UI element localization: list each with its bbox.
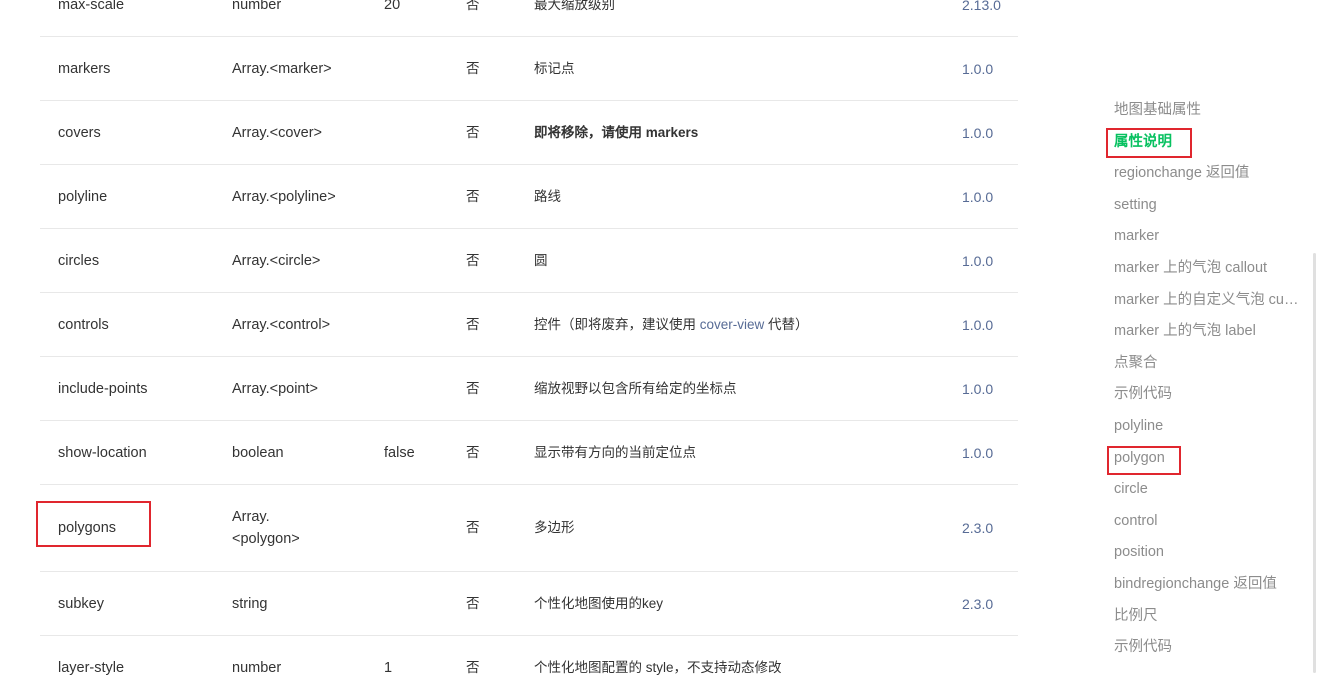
attr-type: Array.<circle> xyxy=(232,252,321,269)
table-row: polyline Array.<polyline> 否 路线 1.0.0 xyxy=(40,165,1018,229)
attr-desc: 标记点 xyxy=(534,60,575,76)
table-row: circles Array.<circle> 否 圆 1.0.0 xyxy=(40,229,1018,293)
attr-type: string xyxy=(232,595,268,612)
attr-name: show-location xyxy=(58,444,147,461)
attr-version-link[interactable]: 1.0.0 xyxy=(962,250,993,272)
toc-item-circle[interactable]: circle xyxy=(1114,479,1304,511)
toc-item-example-code[interactable]: 示例代码 xyxy=(1114,384,1304,416)
attr-desc: 圆 xyxy=(534,252,548,268)
attr-desc: 显示带有方向的当前定位点 xyxy=(534,444,696,460)
toc-item-bindregionchange[interactable]: bindregionchange 返回值 xyxy=(1114,574,1304,606)
table-row: max-scale number 20 否 最大缩放级别 2.13.0 xyxy=(40,0,1018,37)
toc-item-regionchange[interactable]: regionchange 返回值 xyxy=(1114,163,1304,195)
attr-name: layer-style xyxy=(58,659,125,676)
desc-text: 代替） xyxy=(764,316,809,332)
attr-type: Array.<cover> xyxy=(232,124,322,141)
attr-version-link[interactable]: 1.0.0 xyxy=(962,314,993,336)
table-row: polygons Array.<polygon> 否 多边形 2.3.0 xyxy=(40,485,1018,572)
attr-required: 否 xyxy=(466,595,480,611)
attr-desc: 多边形 xyxy=(534,520,575,535)
attr-desc: 最大缩放级别 xyxy=(534,0,615,12)
toc-item-polyline[interactable]: polyline xyxy=(1114,416,1304,448)
toc-item-setting[interactable]: setting xyxy=(1114,195,1304,227)
attr-desc: 控件（即将废弃，建议使用 cover-view 代替） xyxy=(534,314,809,336)
toc-item-cluster[interactable]: 点聚合 xyxy=(1114,353,1304,385)
attr-required: 否 xyxy=(466,444,480,460)
attr-default: false xyxy=(384,444,415,461)
attr-name: polyline xyxy=(58,188,108,205)
table-row: controls Array.<control> 否 控件（即将废弃，建议使用 … xyxy=(40,293,1018,357)
attr-desc: 路线 xyxy=(534,188,561,204)
attr-version-link[interactable]: 1.0.0 xyxy=(962,58,993,80)
toc-item-polygon[interactable]: polygon xyxy=(1114,448,1304,480)
table-row: markers Array.<marker> 否 标记点 1.0.0 xyxy=(40,37,1018,101)
toc-item-map-basic-attrs[interactable]: 地图基础属性 xyxy=(1114,100,1304,132)
attr-required: 否 xyxy=(466,60,480,76)
attr-version-link[interactable]: 1.0.0 xyxy=(962,186,993,208)
attr-desc: 个性化地图使用的key xyxy=(534,595,664,611)
toc-item-marker-callout[interactable]: marker 上的气泡 callout xyxy=(1114,258,1304,290)
attr-name: covers xyxy=(58,124,101,141)
attr-name: controls xyxy=(58,316,109,333)
attr-version-link[interactable]: 1.0.0 xyxy=(962,442,993,464)
attr-default: 1 xyxy=(384,659,393,676)
attr-required: 否 xyxy=(466,0,480,12)
attr-type: Array.<point> xyxy=(232,380,318,397)
attr-name: max-scale xyxy=(58,0,125,13)
attr-default: 20 xyxy=(384,0,401,13)
attr-name: subkey xyxy=(58,595,104,612)
attr-type: boolean xyxy=(232,444,284,461)
attr-required: 否 xyxy=(466,316,480,332)
highlight-box-polygons xyxy=(36,501,151,547)
table-row: include-points Array.<point> 否 缩放视野以包含所有… xyxy=(40,357,1018,421)
attr-required: 否 xyxy=(466,659,480,675)
attributes-table: max-scale number 20 否 最大缩放级别 2.13.0 mark… xyxy=(40,0,1018,699)
attr-desc: 即将移除，请使用 markers xyxy=(534,124,699,140)
toc-item-scale[interactable]: 比例尺 xyxy=(1114,606,1304,638)
toc-item-control[interactable]: control xyxy=(1114,511,1304,543)
attr-desc: 缩放视野以包含所有给定的坐标点 xyxy=(534,380,737,396)
attr-type: Array.<polyline> xyxy=(232,188,336,205)
attr-version-link[interactable]: 2.3.0 xyxy=(962,517,993,539)
attr-version-link[interactable]: 1.0.0 xyxy=(962,122,993,144)
toc-item-example-code-2[interactable]: 示例代码 xyxy=(1114,637,1304,669)
attr-version-link[interactable]: 2.13.0 xyxy=(962,0,1001,16)
attr-desc: 个性化地图配置的 style，不支持动态修改 xyxy=(534,659,782,675)
toc-item-marker-custom-callout[interactable]: marker 上的自定义气泡 customCallout xyxy=(1114,290,1304,322)
attr-required: 否 xyxy=(466,520,480,535)
toc-scrollbar[interactable] xyxy=(1313,253,1316,673)
attr-required: 否 xyxy=(466,188,480,204)
attr-type: number xyxy=(232,0,282,13)
table-row: show-location boolean false 否 显示带有方向的当前定… xyxy=(40,421,1018,485)
attr-type: Array.<polygon> xyxy=(232,509,300,547)
attr-type: Array.<control> xyxy=(232,316,331,333)
table-row: subkey string 否 个性化地图使用的key 2.3.0 xyxy=(40,572,1018,636)
toc-item-marker[interactable]: marker xyxy=(1114,226,1304,258)
toc-item-position[interactable]: position xyxy=(1114,542,1304,574)
table-of-contents: 地图基础属性 属性说明 regionchange 返回值 setting mar… xyxy=(1114,100,1304,669)
attr-name: circles xyxy=(58,252,100,269)
attr-version-link[interactable]: 2.3.0 xyxy=(962,593,993,615)
table-row: layer-style number 1 否 个性化地图配置的 style，不支… xyxy=(40,636,1018,699)
attr-type: number xyxy=(232,659,282,676)
cover-view-link[interactable]: cover-view xyxy=(700,317,765,332)
attr-required: 否 xyxy=(466,124,480,140)
attr-name: include-points xyxy=(58,380,148,397)
attr-required: 否 xyxy=(466,380,480,396)
toc-item-marker-label[interactable]: marker 上的气泡 label xyxy=(1114,321,1304,353)
attr-type: Array.<marker> xyxy=(232,60,332,77)
attr-required: 否 xyxy=(466,252,480,268)
attr-version-link[interactable]: 1.0.0 xyxy=(962,378,993,400)
attr-name: markers xyxy=(58,60,111,77)
table-row: covers Array.<cover> 否 即将移除，请使用 markers … xyxy=(40,101,1018,165)
desc-text: 控件（即将废弃，建议使用 xyxy=(534,316,700,332)
toc-item-attr-description[interactable]: 属性说明 xyxy=(1114,132,1304,164)
